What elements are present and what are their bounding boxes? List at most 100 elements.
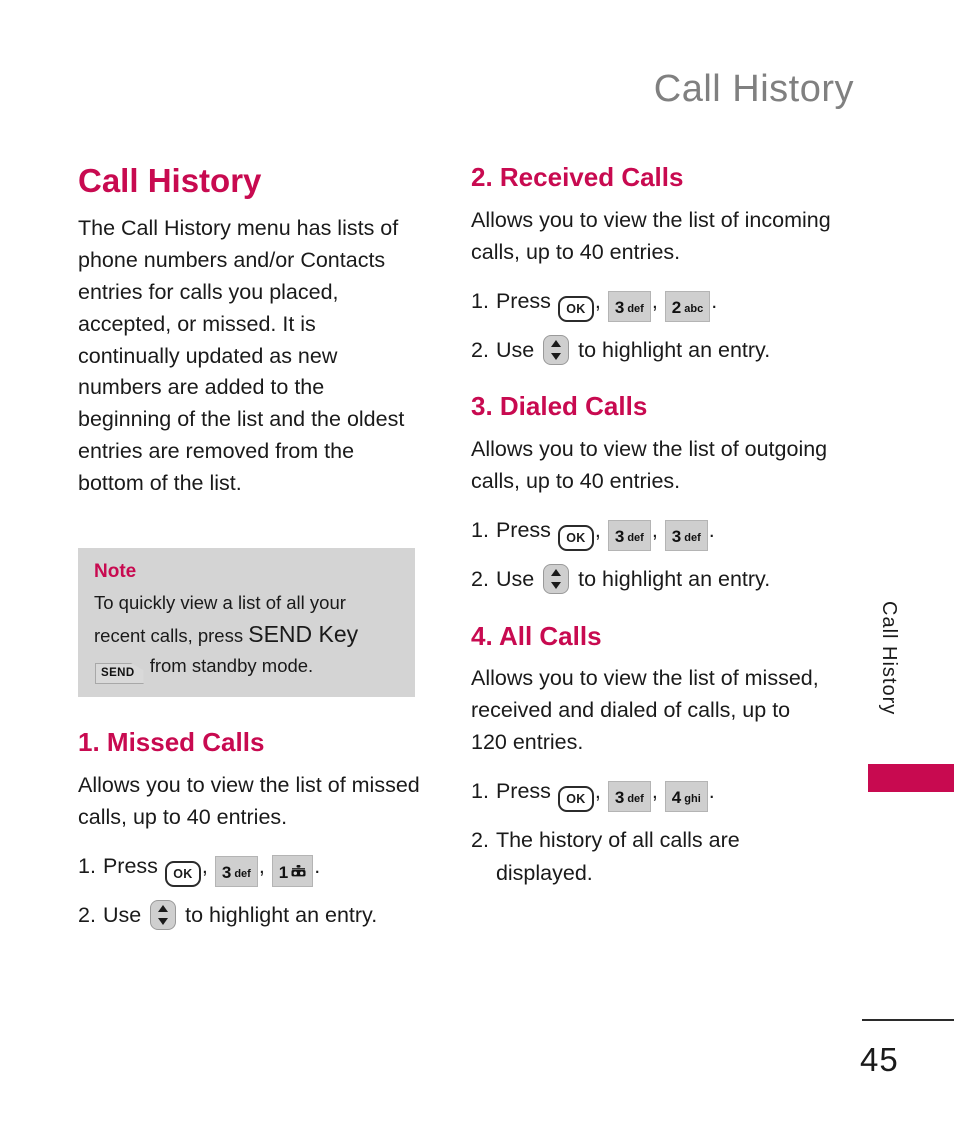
step-body: Use to highlight an entry. <box>496 334 831 366</box>
step-number: 1. <box>471 778 489 803</box>
section-description-missed-calls: Allows you to view the list of missed ca… <box>78 772 420 829</box>
navigation-key-icon <box>543 564 570 595</box>
comma-separator: , <box>258 853 265 878</box>
step-body: Press OK, 3 def, 4 ghi. <box>496 775 831 813</box>
numeric-key-digit: 2 <box>671 297 682 317</box>
arrow-down-icon <box>551 582 562 590</box>
step-trailing-text: . <box>708 517 715 542</box>
arrow-down-icon <box>158 918 169 926</box>
section-missed-calls: 1. Missed Calls Allows you to view the l… <box>78 727 423 943</box>
step-number: 2. <box>471 567 489 592</box>
step-body: The history of all calls are displayed. <box>496 824 831 889</box>
step-item: 1. Press OK, 3 def, 2 abc. <box>471 285 831 323</box>
comma-separator: , <box>594 517 601 542</box>
step-lead-text: Press <box>495 517 551 542</box>
note-send-key-words: SEND Key <box>248 621 359 647</box>
numeric-key-digit: 3 <box>614 526 625 546</box>
numeric-key-letters: def <box>684 531 701 544</box>
ok-key-icon: OK <box>164 860 201 888</box>
section-all-calls: 4. All Calls Allows you to view the list… <box>471 620 831 889</box>
ok-key-icon: OK <box>557 295 594 323</box>
numeric-key-digit: 3 <box>221 862 232 882</box>
arrow-up-icon <box>551 569 562 577</box>
navigation-key-icon <box>150 900 177 931</box>
step-trailing-text: . <box>314 853 321 878</box>
numeric-key-letters: def <box>627 792 644 805</box>
manual-page: Call History Call History The Call Histo… <box>0 0 954 1145</box>
section-title-all-calls: 4. All Calls <box>471 620 602 651</box>
numeric-key-digit: 3 <box>614 787 625 807</box>
step-number: 2. <box>471 338 489 363</box>
step-trailing-text: . <box>708 778 715 803</box>
step-lead-text: Use <box>495 567 535 592</box>
numeric-key-digit: 1 <box>278 862 289 882</box>
numeric-key-2-icon: 2 abc <box>664 290 711 323</box>
arrow-up-icon <box>158 905 169 913</box>
step-body: Press OK, 3 def, 1. <box>103 850 423 888</box>
numeric-key-3-icon: 3 def <box>607 519 651 552</box>
section-received-calls: 2. Received Calls Allows you to view the… <box>471 162 831 366</box>
step-body: Press OK, 3 def, 2 abc. <box>496 285 831 323</box>
step-trailing-text: to highlight an entry. <box>578 567 771 592</box>
step-trailing-text: The history of all calls are displayed. <box>495 828 740 885</box>
step-lead-text: Use <box>495 338 535 363</box>
step-item: 1. Press OK, 3 def, 1. <box>78 850 423 888</box>
step-item: 2. The history of all calls are displaye… <box>471 824 831 889</box>
numeric-key-4-icon: 4 ghi <box>664 780 708 813</box>
step-trailing-text: to highlight an entry. <box>185 903 378 928</box>
step-lead-text: Press <box>495 288 551 313</box>
step-trailing-text: to highlight an entry. <box>578 338 771 363</box>
note-label: Note <box>94 561 137 582</box>
arrow-up-icon <box>551 340 562 348</box>
section-description-dialed-calls: Allows you to view the list of outgoing … <box>471 437 828 493</box>
section-title-missed-calls: 1. Missed Calls <box>78 727 265 757</box>
step-item: 1. Press OK, 3 def, 3 def. <box>471 514 831 552</box>
comma-separator: , <box>651 778 658 803</box>
step-item: 2. Use to highlight an entry. <box>78 899 423 931</box>
intro-paragraph: The Call History menu has lists of phone… <box>78 216 405 495</box>
numeric-key-letters: def <box>627 531 644 544</box>
note-box: Note To quickly view a list of all your … <box>78 548 415 697</box>
left-column: Call History The Call History menu has l… <box>78 162 423 516</box>
comma-separator: , <box>651 288 658 313</box>
note-text: To quickly view a list of all your recen… <box>94 589 399 685</box>
step-trailing-text: . <box>711 288 718 313</box>
numeric-key-letters: def <box>234 867 251 880</box>
numeric-key-3-icon: 3 def <box>214 855 258 888</box>
numeric-key-letters: ghi <box>684 792 701 805</box>
note-text-after: from standby mode. <box>144 654 314 676</box>
step-lead-text: Press <box>495 778 551 803</box>
numeric-key-3-icon-second: 3 def <box>664 519 708 552</box>
numeric-key-digit: 3 <box>671 526 682 546</box>
step-lead-text: Press <box>102 853 158 878</box>
step-number: 2. <box>78 903 96 928</box>
step-number: 1. <box>78 853 96 878</box>
comma-separator: , <box>594 288 601 313</box>
thumb-tab-label: Call History <box>878 601 900 716</box>
section-description-all-calls: Allows you to view the list of missed, r… <box>471 666 819 755</box>
right-column: 2. Received Calls Allows you to view the… <box>471 162 831 915</box>
step-item: 1. Press OK, 3 def, 4 ghi. <box>471 775 831 813</box>
comma-separator: , <box>201 853 208 878</box>
step-body: Use to highlight an entry. <box>103 899 423 931</box>
section-title-dialed-calls: 3. Dialed Calls <box>471 391 648 422</box>
comma-separator: , <box>594 778 601 803</box>
arrow-down-icon <box>551 353 562 361</box>
page-number: 45 <box>860 1041 899 1078</box>
footer-divider <box>862 1019 954 1021</box>
numeric-key-3-icon: 3 def <box>607 290 651 323</box>
step-lead-text: Use <box>102 903 142 928</box>
numeric-key-letters: def <box>627 302 644 315</box>
send-key-icon: SEND <box>95 662 144 685</box>
numeric-key-letters: abc <box>684 302 704 315</box>
step-number: 2. <box>471 828 489 853</box>
step-item: 2. Use to highlight an entry. <box>471 334 831 366</box>
comma-separator: , <box>651 517 658 542</box>
navigation-key-icon <box>543 335 570 366</box>
thumb-tab-bar <box>868 764 954 792</box>
numeric-key-digit: 3 <box>614 297 625 317</box>
running-header-title: Call History <box>653 68 854 110</box>
ok-key-icon: OK <box>557 785 594 813</box>
step-body: Use to highlight an entry. <box>496 563 831 595</box>
page-title: Call History <box>78 162 262 199</box>
